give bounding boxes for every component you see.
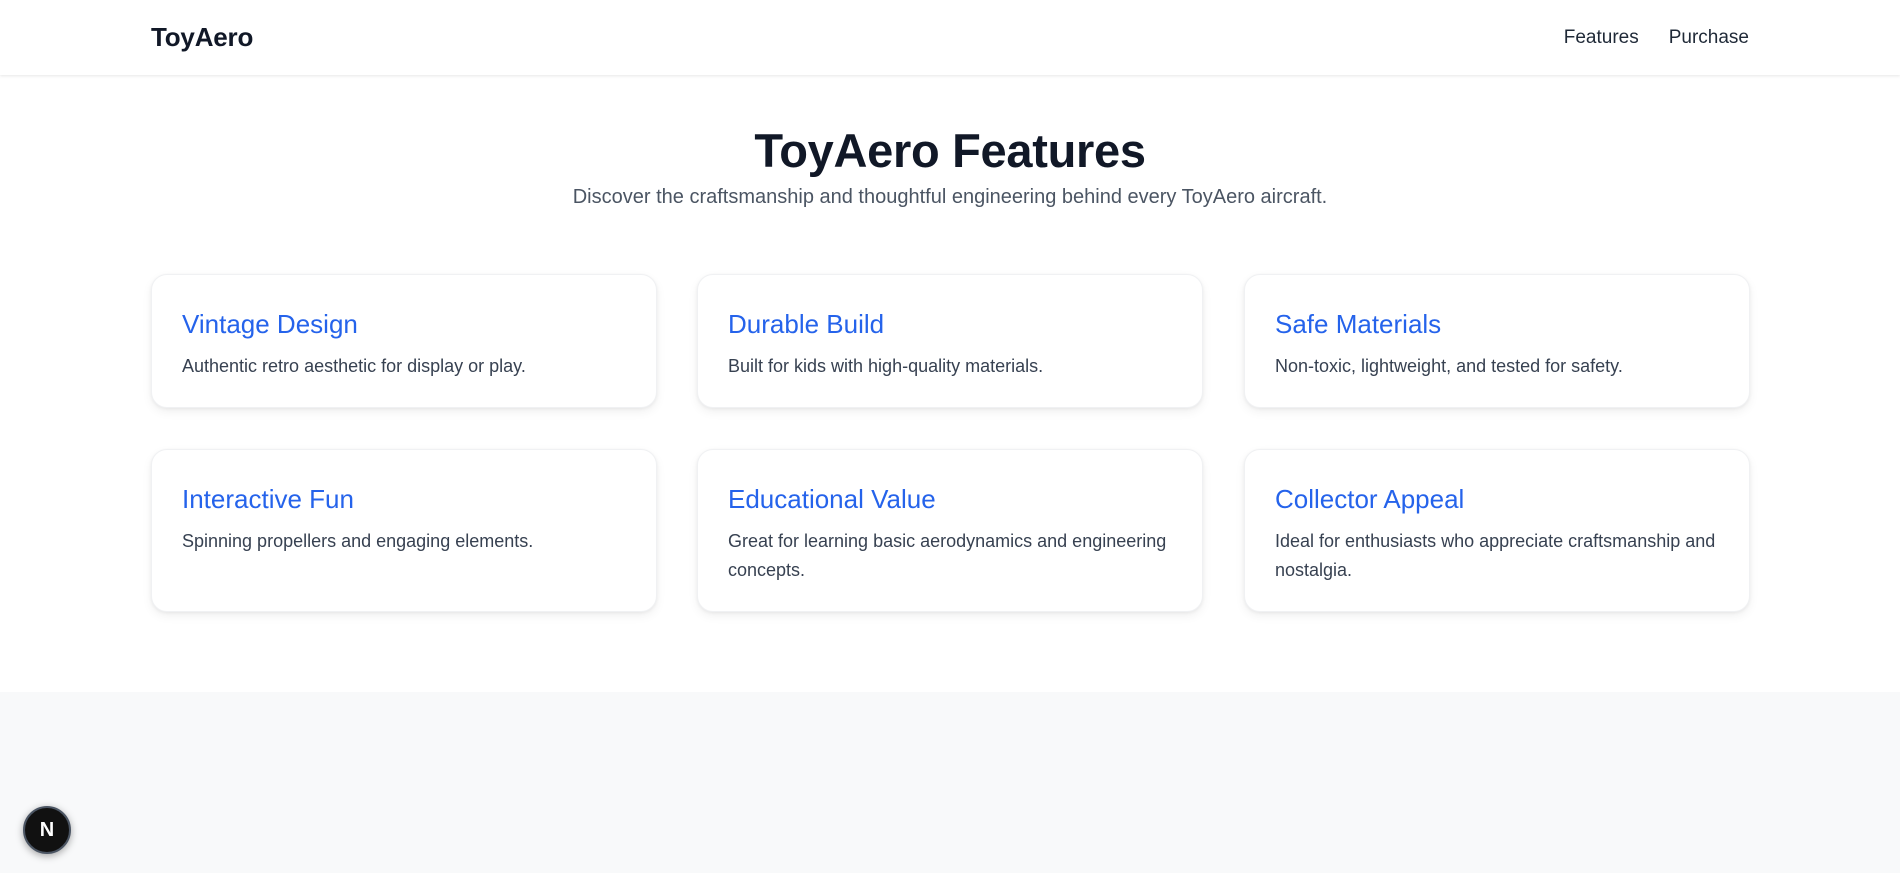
lower-section (0, 692, 1900, 873)
nav-link-features[interactable]: Features (1564, 27, 1639, 49)
dev-badge-letter: N (39, 818, 55, 841)
feature-card-collector-appeal: Collector Appeal Ideal for enthusiasts w… (1244, 449, 1750, 612)
feature-card-durable-build: Durable Build Built for kids with high-q… (697, 274, 1203, 408)
feature-card-description: Authentic retro aesthetic for display or… (182, 356, 526, 376)
navbar: ToyAero Features Purchase (0, 0, 1900, 75)
feature-card-title: Educational Value (728, 484, 936, 514)
feature-card-interactive-fun: Interactive Fun Spinning propellers and … (151, 449, 657, 612)
section-title: ToyAero Features (754, 124, 1146, 177)
nav-links: Features Purchase (1564, 27, 1749, 49)
feature-card-description: Built for kids with high-quality materia… (728, 356, 1044, 376)
feature-card-description: Great for learning basic aerodynamics an… (728, 531, 1167, 580)
brand-logo[interactable]: ToyAero (151, 22, 253, 53)
feature-card-educational-value: Educational Value Great for learning bas… (697, 449, 1203, 612)
section-subtitle: Discover the craftsmanship and thoughtfu… (572, 186, 1328, 208)
feature-card-description: Spinning propellers and engaging element… (182, 531, 534, 551)
feature-card-safe-materials: Safe Materials Non-toxic, lightweight, a… (1244, 274, 1750, 408)
feature-card-title: Durable Build (728, 309, 885, 339)
features-section: ToyAero Features Discover the craftsmans… (0, 75, 1900, 692)
feature-card-title: Interactive Fun (182, 484, 354, 514)
feature-card-title: Safe Materials (1275, 309, 1442, 339)
feature-card-title: Collector Appeal (1275, 484, 1465, 514)
feature-card-vintage-design: Vintage Design Authentic retro aesthetic… (151, 274, 657, 408)
feature-card-title: Vintage Design (182, 309, 358, 339)
feature-card-description: Ideal for enthusiasts who appreciate cra… (1275, 531, 1716, 580)
nextjs-logo-icon[interactable]: N (23, 806, 71, 854)
feature-card-description: Non-toxic, lightweight, and tested for s… (1275, 356, 1623, 376)
navbar-inner: ToyAero Features Purchase (151, 0, 1749, 75)
nav-link-purchase[interactable]: Purchase (1669, 27, 1749, 49)
